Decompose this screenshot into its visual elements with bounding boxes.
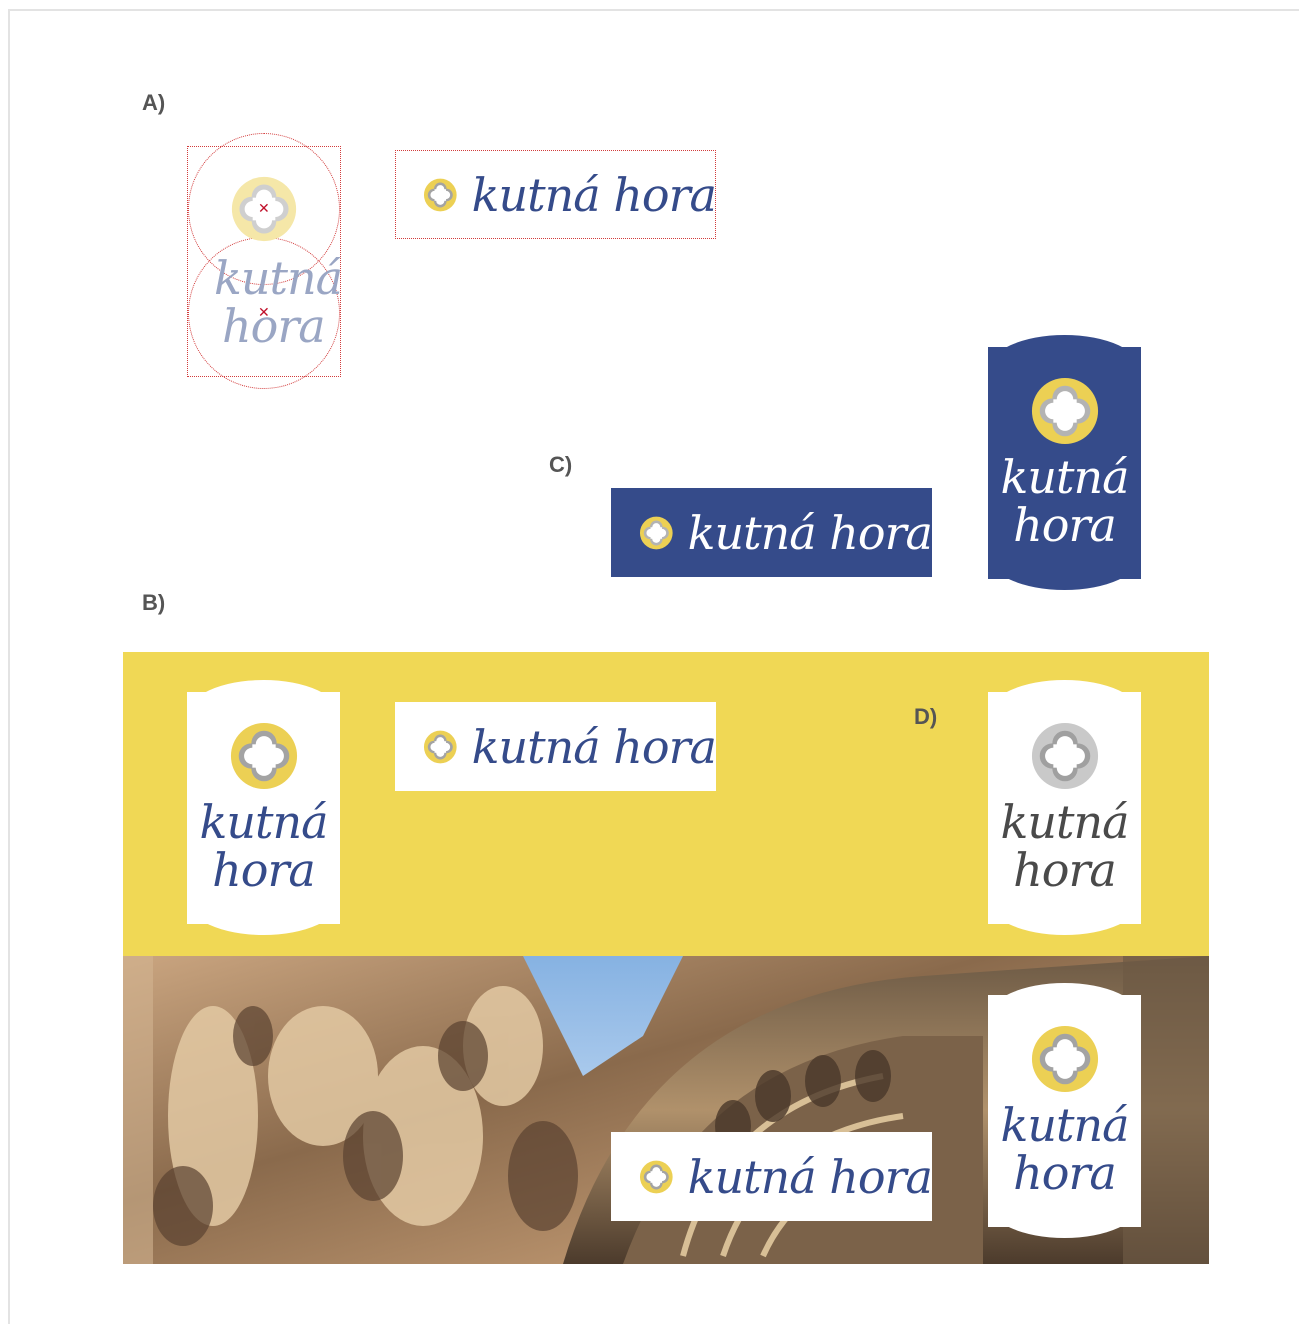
wordmark-line2: hora bbox=[212, 843, 316, 897]
vertical-logo-inverse: kutná hora bbox=[988, 335, 1141, 590]
wordmark: kutná hora bbox=[687, 1149, 933, 1204]
section-label-b: B) bbox=[142, 590, 166, 615]
horizontal-logo-inverse: kutná hora bbox=[611, 488, 933, 577]
quatrefoil-logo-icon bbox=[423, 170, 458, 220]
horizontal-logo-construction: kutná hora bbox=[395, 150, 717, 239]
wordmark-line1: kutná bbox=[1000, 795, 1129, 849]
section-label-a: A) bbox=[142, 90, 166, 115]
vertical-logo-on-yellow: kutná hora bbox=[187, 680, 340, 935]
quatrefoil-logo-icon bbox=[423, 722, 458, 772]
quatrefoil-logo-icon bbox=[229, 721, 299, 791]
wordmark-line1: kutná bbox=[1000, 1098, 1129, 1152]
quatrefoil-logo-icon bbox=[1030, 721, 1100, 791]
wordmark-line1: kutná bbox=[214, 251, 343, 305]
wordmark-line2: hora bbox=[1013, 1146, 1117, 1200]
center-cross-icon: ✕ bbox=[258, 305, 270, 321]
wordmark-line2: hora bbox=[222, 299, 326, 353]
wordmark: kutná hora bbox=[687, 505, 933, 560]
horizontal-logo-on-yellow: kutná hora bbox=[395, 702, 717, 791]
wordmark-line2: hora bbox=[1013, 498, 1117, 552]
section-label-d: D) bbox=[914, 704, 938, 729]
quatrefoil-logo-icon bbox=[639, 1152, 674, 1202]
vertical-logo-on-photo: kutná hora bbox=[988, 983, 1141, 1238]
wordmark: kutná hora bbox=[471, 167, 717, 222]
center-cross-icon: ✕ bbox=[258, 201, 270, 217]
horizontal-logo-on-photo: kutná hora bbox=[611, 1132, 933, 1221]
quatrefoil-logo-icon bbox=[1030, 376, 1100, 446]
section-label-c: C) bbox=[549, 452, 573, 477]
wordmark-line1: kutná bbox=[1000, 450, 1129, 504]
wordmark: kutná hora bbox=[471, 719, 717, 774]
vertical-logo-monochrome: kutná hora bbox=[988, 680, 1141, 935]
wordmark-line1: kutná bbox=[199, 795, 328, 849]
quatrefoil-logo-icon bbox=[639, 508, 674, 558]
wordmark-line2: hora bbox=[1013, 843, 1117, 897]
quatrefoil-logo-icon bbox=[1030, 1024, 1100, 1094]
